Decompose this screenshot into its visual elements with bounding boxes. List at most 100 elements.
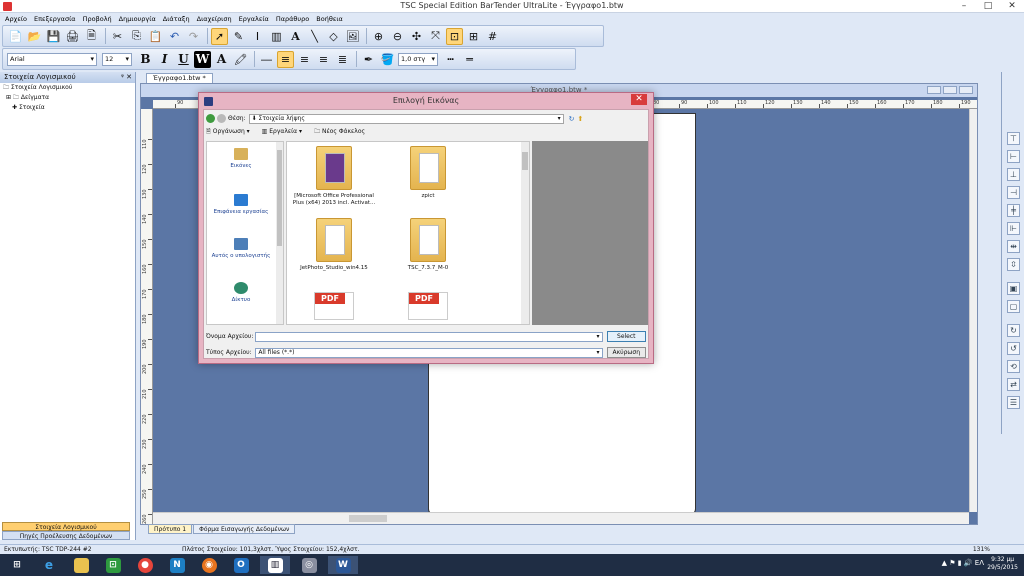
align-right-icon[interactable]: ≡ [315, 51, 332, 68]
distribute-horizontal-icon[interactable]: ⇹ [1007, 240, 1020, 253]
align-left-icon[interactable]: ≡ [277, 50, 294, 68]
barcode-icon[interactable]: ▥ [268, 28, 285, 45]
volume-icon[interactable]: 🔊 [964, 559, 973, 567]
align-right-edge-icon[interactable]: ⊩ [1007, 222, 1020, 235]
line-width-select[interactable]: 1,0 στγ [398, 52, 438, 66]
line-icon[interactable]: ╲ [306, 28, 323, 45]
zoom-fit-icon[interactable]: ✣ [408, 28, 425, 45]
new-icon[interactable]: 📄 [7, 28, 24, 45]
taskbar-store[interactable]: ⊡ [98, 556, 128, 574]
taskbar-firefox[interactable]: ◉ [194, 556, 224, 574]
tools-button[interactable]: ▥ Εργαλεία ▾ [262, 127, 308, 137]
zoom-page-icon[interactable]: ⤧ [427, 28, 444, 45]
forward-icon[interactable] [217, 114, 226, 123]
menu-file[interactable]: Αρχείο [5, 13, 27, 25]
file-item-jetphoto[interactable]: JetPhoto_Studio_win4.15 [289, 218, 379, 272]
filename-input[interactable] [255, 331, 603, 342]
horizontal-scrollbar[interactable] [153, 512, 969, 524]
taskbar-ie[interactable]: e [34, 556, 64, 574]
tree-item-root[interactable]: 🗀 Στοιχεία Λογισμικού [0, 83, 135, 93]
justify-icon[interactable]: ≣ [334, 51, 351, 68]
taskbar-app-n[interactable]: N [162, 556, 192, 574]
taskbar-chrome[interactable]: ● [130, 556, 160, 574]
copy-icon[interactable]: ⎘ [128, 28, 145, 45]
taskbar-bartender[interactable]: ▥ [260, 556, 290, 574]
select-button[interactable]: Select [606, 331, 647, 342]
pointer-icon[interactable]: ➚ [211, 27, 228, 45]
file-list-scrollbar[interactable] [521, 142, 529, 324]
taskbar-app-disk[interactable]: ◎ [294, 556, 324, 574]
file-item-pdf-1[interactable]: PDF [289, 292, 379, 320]
menu-administer[interactable]: Διαχείριση [197, 13, 232, 25]
align-left-edge-icon[interactable]: ⊣ [1007, 186, 1020, 199]
taskbar-outlook[interactable]: O [226, 556, 256, 574]
tab-document1[interactable]: Έγγραφο1.btw * [146, 73, 213, 83]
start-button[interactable]: ⊞ [2, 556, 32, 574]
filetype-select[interactable]: All files (*.*) [255, 347, 603, 358]
software-items-button[interactable]: Στοιχεία Λογισμικού [2, 522, 130, 531]
organize-button[interactable]: 🗎 Οργάνωση ▾ [206, 127, 256, 137]
rotate-270-icon[interactable]: ⟲ [1007, 360, 1020, 373]
menu-edit[interactable]: Επεξεργασία [34, 13, 76, 25]
font-select[interactable]: Arial [7, 52, 97, 66]
text-tool-icon[interactable]: A [287, 28, 304, 45]
menu-create[interactable]: Δημιουργία [119, 13, 156, 25]
minimize-button[interactable]: – [952, 0, 976, 12]
tab-template-1[interactable]: Πρότυπο 1 [148, 524, 193, 534]
picture-icon[interactable]: 🖼 [344, 28, 361, 45]
properties-icon[interactable]: ☰ [1007, 396, 1020, 409]
menu-help[interactable]: Βοήθεια [316, 13, 343, 25]
line-style-icon[interactable]: ― [258, 51, 275, 68]
print-preview-icon[interactable]: 🗎 [83, 28, 100, 45]
panel-close-icon[interactable]: ᵠ ✕ [121, 72, 132, 83]
cut-icon[interactable]: ✂ [109, 28, 126, 45]
align-center-icon[interactable]: ≡ [296, 51, 313, 68]
location-input[interactable]: ⬇ Στοιχεία λήψης [248, 113, 564, 124]
reverse-text-button[interactable]: W [194, 50, 211, 68]
tray-arrow-icon[interactable]: ▲ [942, 559, 947, 567]
menu-tools[interactable]: Εργαλεία [239, 13, 269, 25]
taskbar-word[interactable]: W [328, 556, 358, 574]
open-icon[interactable]: 📂 [26, 28, 43, 45]
menu-window[interactable]: Παράθυρο [276, 13, 309, 25]
undo-icon[interactable]: ↶ [166, 28, 183, 45]
tab-data-entry-form[interactable]: Φόρμα Εισαγωγής Δεδομένων [193, 524, 296, 534]
save-icon[interactable]: 💾 [45, 28, 62, 45]
pen-color-icon[interactable]: ✒ [360, 51, 377, 68]
refresh-icon[interactable]: ↻ [569, 115, 575, 123]
menu-view[interactable]: Προβολή [83, 13, 112, 25]
pencil-icon[interactable]: ✎ [230, 28, 247, 45]
dash-style-icon[interactable]: ┅ [442, 51, 459, 68]
new-folder-button[interactable]: 🗀 Νέος Φάκελος [314, 127, 371, 137]
close-button[interactable]: ✕ [1000, 0, 1024, 12]
rotate-180-icon[interactable]: ↺ [1007, 342, 1020, 355]
flag-icon[interactable]: ⚑ [949, 559, 955, 567]
menu-arrange[interactable]: Διάταξη [163, 13, 190, 25]
zoom-in-icon[interactable]: ⊕ [370, 28, 387, 45]
italic-button[interactable]: I [156, 51, 173, 68]
text-cursor-icon[interactable]: I [249, 28, 266, 45]
language-indicator[interactable]: ΕΛ [975, 559, 984, 567]
line-end-icon[interactable]: ═ [461, 51, 478, 68]
clock[interactable]: 9:32 μμ 29/5/2015 [987, 556, 1018, 572]
nav-scrollbar[interactable] [276, 142, 283, 324]
align-middle-icon[interactable]: ⊢ [1007, 150, 1020, 163]
scroll-thumb[interactable] [349, 515, 387, 522]
file-item-zpict[interactable]: zpict [383, 146, 473, 200]
file-item-tsc[interactable]: TSC_7.3.7_M-0 [383, 218, 473, 272]
tree-item-samples[interactable]: ⊞ 🗀 Δείγματα [0, 93, 135, 103]
highlight-icon[interactable]: 🖍 [232, 51, 249, 68]
bold-button[interactable]: B [137, 51, 154, 68]
taskbar-explorer[interactable] [66, 556, 96, 574]
send-back-icon[interactable]: ▢ [1007, 300, 1020, 313]
distribute-vertical-icon[interactable]: ⇳ [1007, 258, 1020, 271]
zoom-out-icon[interactable]: ⊖ [389, 28, 406, 45]
align-icon[interactable]: ⊞ [465, 28, 482, 45]
rotate-90-icon[interactable]: ↻ [1007, 324, 1020, 337]
fill-color-icon[interactable]: 🪣 [379, 51, 396, 68]
inner-minimize-button[interactable] [927, 86, 941, 94]
nav-network[interactable]: Δίκτυο [207, 282, 275, 303]
flip-icon[interactable]: ⇄ [1007, 378, 1020, 391]
vertical-scrollbar[interactable] [969, 109, 977, 512]
font-size-select[interactable]: 12 [102, 52, 132, 66]
